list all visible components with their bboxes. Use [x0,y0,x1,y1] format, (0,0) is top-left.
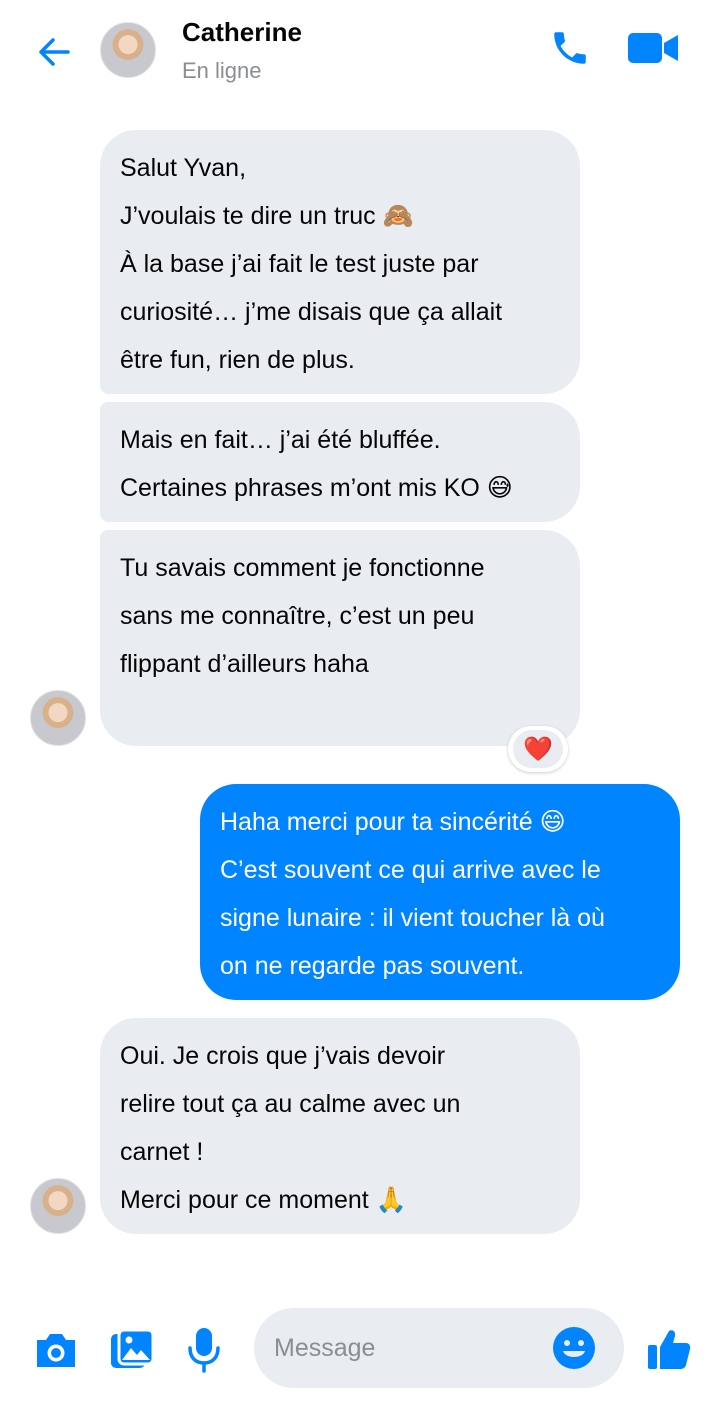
message-text: carnet ! [120,1138,204,1166]
camera-button[interactable] [30,1324,82,1376]
message-text: À la base j’ai fait le test juste par [120,250,479,278]
heart-reaction: ❤️ [513,730,563,768]
thumbs-up-icon [648,1330,691,1369]
message-bubble-incoming[interactable]: Mais en fait… j’ai été bluffée. Certaine… [100,402,580,522]
message-text: J’voulais te dire un truc 🙈 [120,202,414,230]
message-text: flippant d’ailleurs haha [120,650,369,678]
message-text: curiosité… j’me disais que ça allait [120,298,503,326]
smiley-icon [553,1327,595,1369]
message-text: être fun, rien de plus. [120,346,355,374]
conversation-header: Catherine En ligne [0,0,720,100]
sender-avatar[interactable] [30,690,86,746]
back-button[interactable] [30,28,78,76]
image-gallery-icon [111,1328,155,1368]
message-text: Salut Yvan, [120,154,247,182]
microphone-icon [188,1328,220,1373]
message-composer [0,1300,720,1400]
message-text: Mais en fait… j’ai été bluffée. [120,426,441,454]
message-text: signe lunaire : il vient toucher là où [220,904,605,932]
message-text: on ne regarde pas souvent. [220,952,525,980]
gallery-button[interactable] [106,1324,158,1376]
message-reaction[interactable]: ❤️ [508,726,568,772]
message-bubble-outgoing[interactable]: Haha merci pour ta sincérité 😄 C’est sou… [200,784,680,1000]
emoji-button[interactable] [550,1324,598,1372]
like-button[interactable] [642,1322,696,1376]
message-input-container[interactable] [254,1308,624,1388]
message-text: relire tout ça au calme avec un [120,1090,461,1118]
sender-avatar[interactable] [30,1178,86,1234]
message-bubble-incoming[interactable]: Salut Yvan, J’voulais te dire un truc 🙈 … [100,130,580,394]
contact-status: En ligne [182,58,262,83]
contact-avatar[interactable] [100,22,156,78]
camera-icon [37,1334,75,1367]
message-input[interactable] [274,1308,544,1388]
phone-icon [554,32,586,64]
video-camera-icon [628,33,678,63]
contact-name[interactable]: Catherine [182,17,302,48]
audio-call-button[interactable] [546,24,594,72]
message-text: Oui. Je crois que j’vais devoir [120,1042,446,1070]
message-text: Tu savais comment je fonctionne [120,554,485,582]
message-bubble-incoming[interactable]: Oui. Je crois que j’vais devoir relire t… [100,1018,580,1234]
message-text: Merci pour ce moment 🙏 [120,1186,407,1214]
message-text: C’est souvent ce qui arrive avec le [220,856,601,884]
video-call-button[interactable] [624,24,682,72]
message-text: Haha merci pour ta sincérité 😄 [220,808,566,836]
back-arrow-icon [39,38,70,66]
message-text: Certaines phrases m’ont mis KO 😅 [120,474,513,502]
message-text: sans me connaître, c’est un peu [120,602,475,630]
message-bubble-incoming[interactable]: Tu savais comment je fonctionne sans me … [100,530,580,746]
voice-message-button[interactable] [178,1324,230,1376]
